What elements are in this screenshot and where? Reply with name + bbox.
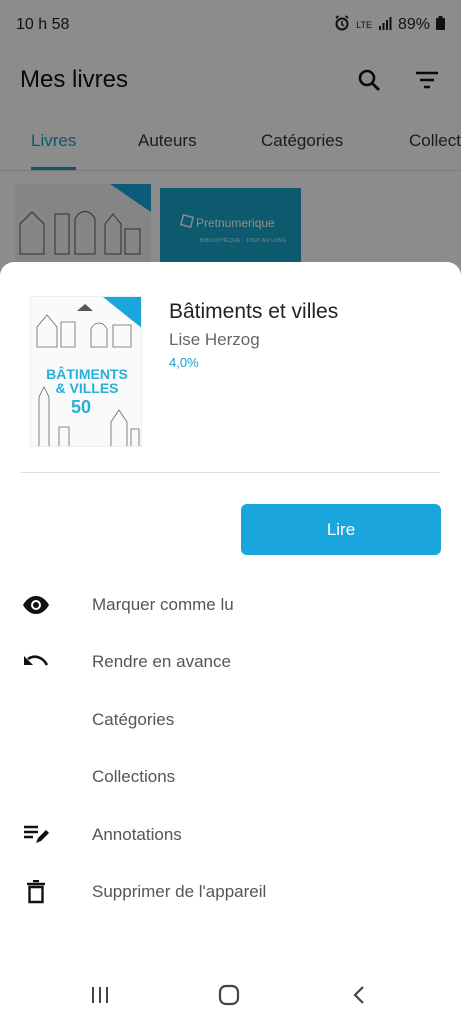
- undo-icon: [22, 648, 50, 676]
- read-button[interactable]: Lire: [241, 504, 441, 555]
- reading-progress: 4,0%: [169, 355, 199, 370]
- menu-item-label: Supprimer de l'appareil: [92, 882, 267, 901]
- book-cover: BÂTIMENTS & VILLES 50: [30, 296, 142, 447]
- menu-item-label: Rendre en avance: [92, 652, 231, 671]
- menu-item-label: Marquer comme lu: [92, 595, 234, 614]
- menu-item-return-early[interactable]: Rendre en avance: [0, 637, 461, 687]
- book-author: Lise Herzog: [169, 330, 260, 349]
- edit-list-icon: [22, 821, 50, 849]
- menu-item-label: Catégories: [92, 710, 175, 729]
- cover-number: 50: [71, 397, 91, 417]
- cover-title-line2: & VILLES: [55, 380, 118, 396]
- menu-item-annotations[interactable]: Annotations: [0, 810, 461, 860]
- home-icon[interactable]: [214, 980, 244, 1010]
- menu-item-delete-from-device[interactable]: Supprimer de l'appareil: [0, 867, 461, 917]
- system-navigation-bar: [0, 964, 461, 1024]
- back-icon[interactable]: [344, 980, 374, 1010]
- menu-item-mark-as-read[interactable]: Marquer comme lu: [0, 580, 461, 630]
- menu-item-label: Annotations: [92, 825, 182, 844]
- menu-item-label: Collections: [92, 767, 176, 786]
- book-actions-sheet: BÂTIMENTS & VILLES 50 Bâtiments et ville…: [0, 262, 461, 1024]
- menu-item-categories[interactable]: Catégories: [0, 695, 461, 745]
- recent-apps-icon[interactable]: [85, 980, 115, 1010]
- eye-icon: [22, 591, 50, 619]
- divider: [21, 472, 440, 473]
- trash-icon: [22, 878, 50, 906]
- menu-item-collections[interactable]: Collections: [0, 752, 461, 802]
- book-title: Bâtiments et villes: [169, 300, 339, 323]
